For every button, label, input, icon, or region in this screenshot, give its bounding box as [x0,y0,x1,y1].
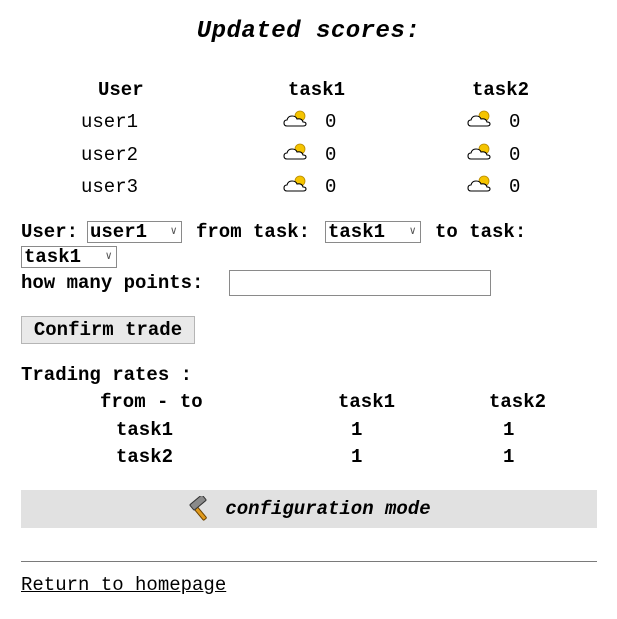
confirm-trade-button[interactable]: Confirm trade [21,316,195,344]
rates-row-label: task2 [116,446,174,468]
points-label: how many points: [21,272,204,294]
chevron-down-icon: ∨ [409,225,416,238]
rates-row-label: task1 [116,419,174,441]
header-user: User [98,79,144,101]
configuration-mode-label: configuration mode [225,498,431,520]
partly-sunny-icon [283,175,307,192]
from-task-select[interactable]: task1 ∨ [325,221,421,243]
from-task-label: from task: [196,221,311,243]
score-user1-task1: 0 [325,111,337,133]
table-row-user: user3 [81,176,139,198]
rates-header-task2: task2 [489,391,547,413]
user-select-value: user1 [90,220,148,243]
page-title: Updated scores: [196,18,421,45]
score-user2-task1: 0 [325,144,337,166]
from-task-select-value: task1 [328,220,386,243]
user-select[interactable]: user1 ∨ [87,221,182,243]
partly-sunny-icon [467,175,491,192]
trading-rates-title: Trading rates : [21,364,193,386]
table-row-user: user2 [81,144,139,166]
rates-header-task1: task1 [338,391,396,413]
rates-corner-header: from - to [100,391,203,413]
to-task-select[interactable]: task1 ∨ [21,246,117,268]
score-user1-task2: 0 [509,111,521,133]
user-label: User: [21,221,79,243]
header-task1: task1 [288,79,346,101]
return-homepage-link[interactable]: Return to homepage [21,574,226,596]
to-task-label: to task: [435,221,527,243]
partly-sunny-icon [467,110,491,127]
divider [21,561,597,562]
chevron-down-icon: ∨ [105,250,112,263]
rate-value: 1 [351,446,363,468]
table-row-user: user1 [81,111,139,133]
rate-value: 1 [503,446,515,468]
hammer-icon [189,496,208,521]
configuration-mode-button[interactable]: configuration mode [21,490,597,528]
points-input[interactable] [229,270,491,296]
rate-value: 1 [503,419,515,441]
score-user3-task2: 0 [509,176,521,198]
header-task2: task2 [472,79,530,101]
partly-sunny-icon [283,143,307,160]
score-user2-task2: 0 [509,144,521,166]
chevron-down-icon: ∨ [170,225,177,238]
rate-value: 1 [351,419,363,441]
to-task-select-value: task1 [24,245,82,268]
partly-sunny-icon [467,143,491,160]
partly-sunny-icon [283,110,307,127]
score-user3-task1: 0 [325,176,337,198]
